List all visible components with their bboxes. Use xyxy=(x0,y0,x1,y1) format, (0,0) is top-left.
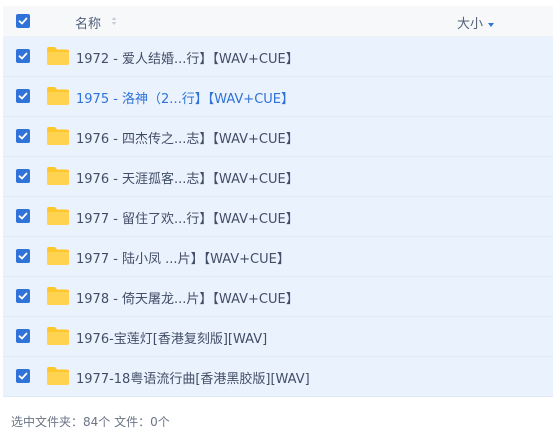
file-name[interactable]: 1976-宝莲灯[香港复刻版][WAV] xyxy=(76,328,267,347)
checkmark-icon xyxy=(18,292,28,300)
row-checkbox[interactable] xyxy=(16,89,30,103)
select-all-checkbox[interactable] xyxy=(16,14,30,28)
file-row[interactable]: 1975 - 洛神（2...行】【WAV+CUE】 xyxy=(3,77,553,117)
checkmark-icon xyxy=(18,92,28,100)
folder-icon xyxy=(47,207,69,225)
folder-icon xyxy=(47,367,69,385)
file-name[interactable]: 1978 - 倚天屠龙...片】【WAV+CUE】 xyxy=(76,288,299,307)
file-row[interactable]: 1977 - 陆小凤 ...片】【WAV+CUE】 xyxy=(3,237,553,277)
folder-icon xyxy=(47,87,69,105)
selection-status: 选中文件夹：84个 文件：0个 xyxy=(11,415,170,429)
file-row[interactable]: 1976 - 天涯孤客...志】【WAV+CUE】 xyxy=(3,157,553,197)
file-row[interactable]: 1976 - 四杰传之...志】【WAV+CUE】 xyxy=(3,117,553,157)
file-row[interactable]: 1978 - 倚天屠龙...片】【WAV+CUE】 xyxy=(3,277,553,317)
folder-icon xyxy=(47,287,69,305)
folder-icon xyxy=(47,247,69,265)
row-checkbox[interactable] xyxy=(16,169,30,183)
file-row[interactable]: 1976-宝莲灯[香港复刻版][WAV] xyxy=(3,317,553,357)
checkmark-icon xyxy=(18,17,28,25)
file-name[interactable]: 1977 - 留住了欢...行】【WAV+CUE】 xyxy=(76,208,299,227)
file-name[interactable]: 1976 - 天涯孤客...志】【WAV+CUE】 xyxy=(76,168,299,187)
row-checkbox[interactable] xyxy=(16,249,30,263)
file-name[interactable]: 1976 - 四杰传之...志】【WAV+CUE】 xyxy=(76,128,299,147)
file-name[interactable]: 1977 - 陆小凤 ...片】【WAV+CUE】 xyxy=(76,248,290,267)
folder-icon xyxy=(47,167,69,185)
row-checkbox[interactable] xyxy=(16,369,30,383)
checkmark-icon xyxy=(18,252,28,260)
checkmark-icon xyxy=(18,52,28,60)
file-list: 1972 - 爱人结婚...行】【WAV+CUE】 1975 - 洛神（2...行… xyxy=(3,37,553,397)
folder-icon xyxy=(47,47,69,65)
sort-icon[interactable] xyxy=(110,14,118,28)
checkmark-icon xyxy=(18,172,28,180)
size-column-header[interactable]: 大小 xyxy=(457,13,483,32)
row-checkbox[interactable] xyxy=(16,129,30,143)
name-column-header[interactable]: 名称 xyxy=(75,13,101,32)
file-name[interactable]: 1977-18粤语流行曲[香港黑胶版][WAV] xyxy=(76,368,310,387)
file-name[interactable]: 1975 - 洛神（2...行】【WAV+CUE】 xyxy=(76,88,294,107)
file-row[interactable]: 1977 - 留住了欢...行】【WAV+CUE】 xyxy=(3,197,553,237)
checkmark-icon xyxy=(18,372,28,380)
file-name[interactable]: 1972 - 爱人结婚...行】【WAV+CUE】 xyxy=(76,48,299,67)
file-row[interactable]: 1977-18粤语流行曲[香港黑胶版][WAV] xyxy=(3,357,553,397)
checkmark-icon xyxy=(18,332,28,340)
checkmark-icon xyxy=(18,212,28,220)
sort-desc-icon[interactable] xyxy=(488,23,494,27)
folder-icon xyxy=(47,127,69,145)
row-checkbox[interactable] xyxy=(16,289,30,303)
checkmark-icon xyxy=(18,132,28,140)
row-checkbox[interactable] xyxy=(16,329,30,343)
row-checkbox[interactable] xyxy=(16,209,30,223)
file-list-header: 名称 大小 xyxy=(3,6,553,37)
folder-icon xyxy=(47,327,69,345)
row-checkbox[interactable] xyxy=(16,49,30,63)
file-row[interactable]: 1972 - 爱人结婚...行】【WAV+CUE】 xyxy=(3,37,553,77)
